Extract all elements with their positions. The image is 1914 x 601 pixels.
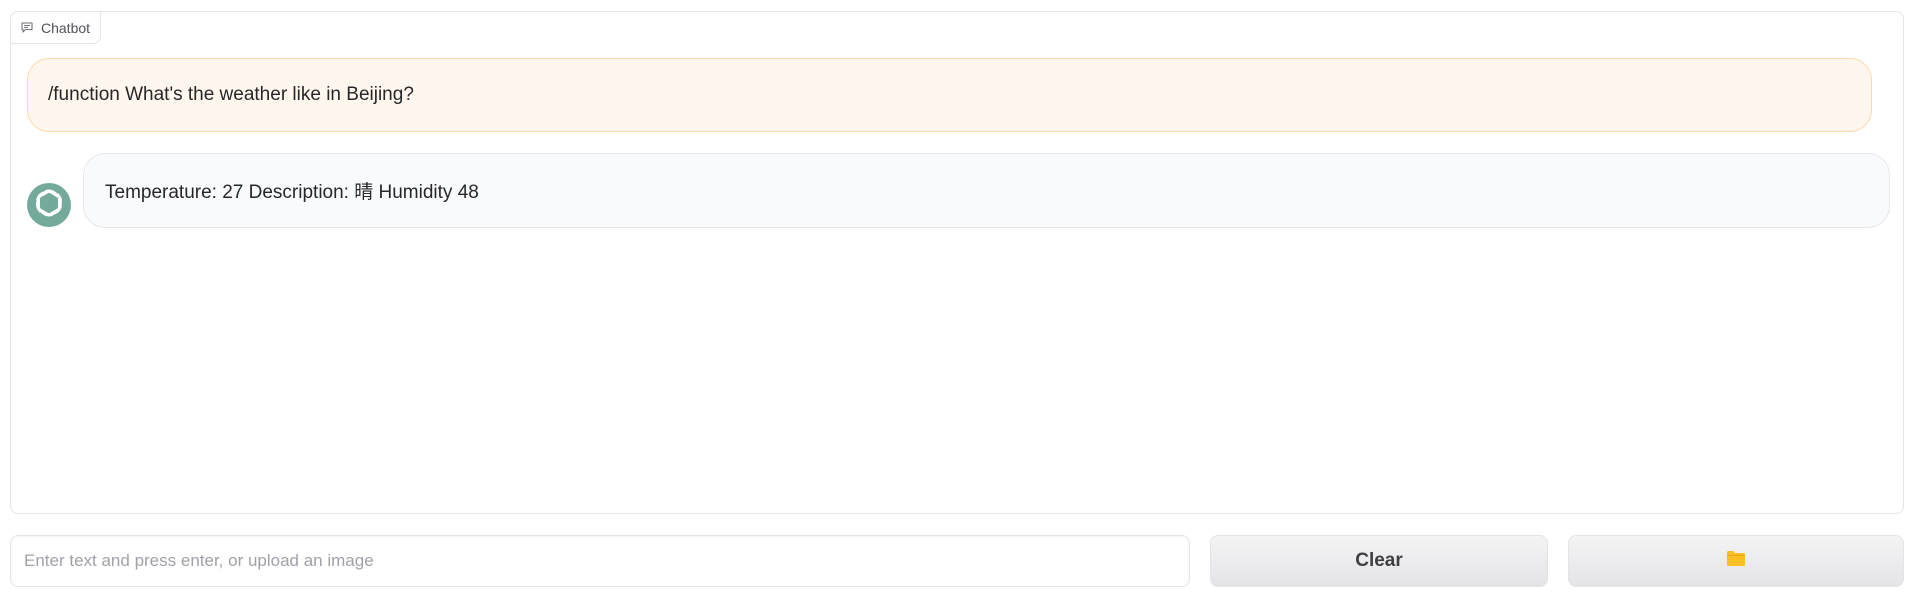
bot-message: Temperature: 27 Description: 晴 Humidity … [83,153,1890,228]
chatbot-label-text: Chatbot [41,19,91,36]
openai-logo-icon [32,186,66,225]
user-message-text: /function What's the weather like in Bei… [48,84,414,105]
bot-message-text: Temperature: 27 Description: 晴 Humidity … [105,182,479,203]
folder-icon [1726,550,1746,573]
clear-button[interactable]: Clear [1210,535,1548,587]
clear-button-label: Clear [1355,550,1403,571]
message-input-box[interactable] [10,535,1190,587]
chat-icon [21,22,33,33]
chatbot-panel: Chatbot /function What's the weather lik… [10,11,1904,514]
bot-avatar [27,183,71,227]
upload-button[interactable] [1568,535,1904,587]
chatbot-label: Chatbot [10,11,102,44]
message-input[interactable] [11,536,1189,586]
user-message: /function What's the weather like in Bei… [27,58,1872,132]
